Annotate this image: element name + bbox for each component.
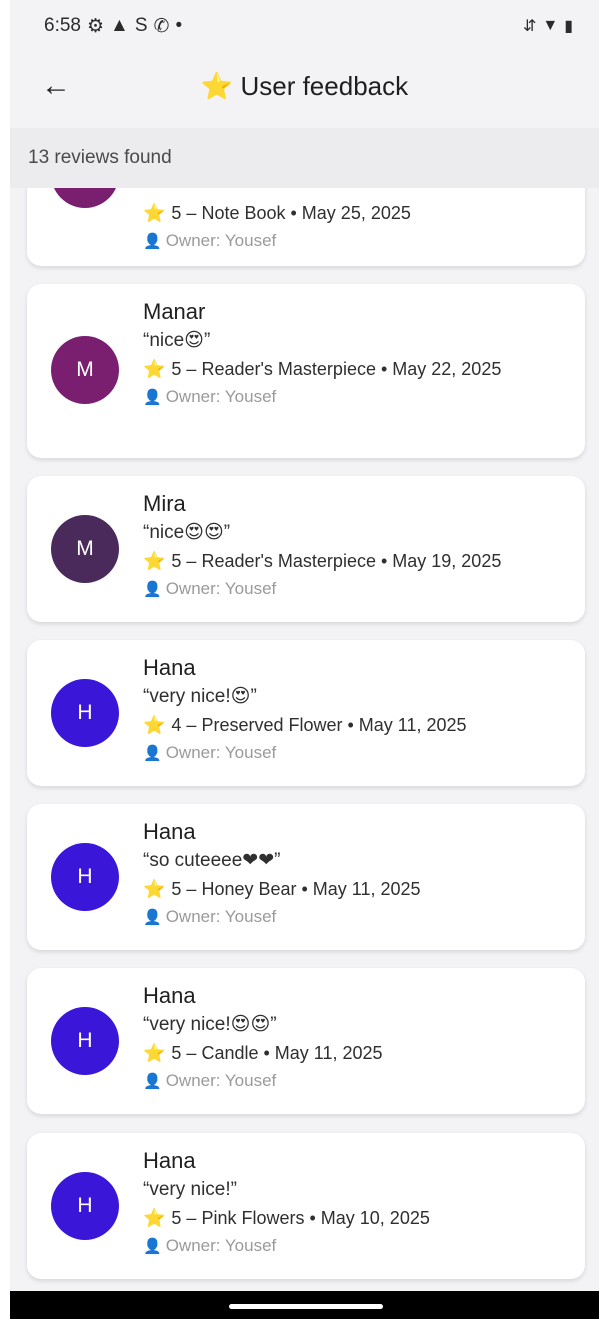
review-rating-line: ⭐ 5 – Pink Flowers • May 10, 2025: [143, 1208, 430, 1228]
settings-icon: ⚙: [86, 15, 105, 37]
clock: 6:58: [44, 15, 81, 36]
reviewer-name: Hana: [143, 819, 196, 844]
review-rating-line: ⭐ 5 – Candle • May 11, 2025: [143, 1043, 383, 1063]
reviewer-name: Hana: [143, 1148, 196, 1173]
review-comment: “nice😍😍”: [143, 522, 231, 543]
app-bar: ← ⭐ User feedback: [10, 52, 599, 120]
page-title-text: User feedback: [240, 70, 409, 101]
person-icon: 👤: [143, 581, 162, 598]
person-icon: 👤: [143, 745, 162, 762]
review-owner: 👤 Owner: Yousef: [143, 743, 277, 762]
star-icon: ⭐: [143, 359, 166, 379]
review-rating-line: ⭐ 5 – Honey Bear • May 11, 2025: [143, 879, 421, 899]
review-card[interactable]: H Hana “so cuteeee❤❤” ⭐ 5 – Honey Bear • …: [27, 804, 585, 950]
review-comment: “very nice!😍”: [143, 686, 257, 707]
reviews-list[interactable]: M ⭐5 – Note Book • May 25, 2025 👤Owner: …: [10, 188, 599, 1291]
person-icon: 👤: [143, 1238, 162, 1255]
review-rating-line: ⭐ 5 – Note Book • May 25, 2025: [143, 203, 411, 223]
person-icon: 👤: [143, 1073, 162, 1090]
reviewer-name: Hana: [143, 983, 196, 1008]
s-icon: S: [134, 15, 148, 36]
review-comment: “very nice!”: [143, 1179, 237, 1200]
avatar: M: [51, 188, 119, 208]
avatar: H: [51, 1172, 119, 1240]
review-rating-line: ⭐ 5 – Reader's Masterpiece • May 19, 2025: [143, 551, 502, 571]
review-owner: 👤 Owner: Yousef: [143, 579, 277, 598]
star-icon: ⭐: [143, 203, 166, 223]
dot-icon: •: [175, 15, 183, 36]
review-card[interactable]: H Hana “very nice!😍😍” ⭐ 5 – Candle • May …: [27, 968, 585, 1114]
review-owner: 👤 Owner: Yousef: [143, 387, 277, 406]
person-icon: 👤: [143, 389, 162, 406]
avatar: H: [51, 1007, 119, 1075]
person-icon: 👤: [143, 233, 162, 250]
reviewer-name: Mira: [143, 491, 186, 516]
review-card[interactable]: H Hana “very nice!😍” ⭐ 4 – Preserved Flow…: [27, 640, 585, 786]
star-icon: ⭐: [143, 715, 166, 735]
avatar: M: [51, 336, 119, 404]
review-card[interactable]: H Hana “very nice!” ⭐ 5 – Pink Flowers • …: [27, 1133, 585, 1279]
person-icon: 👤: [143, 909, 162, 926]
avatar: H: [51, 679, 119, 747]
status-bar: 6:58 ⚙ ▲ S ✆ • ⇵ ▼ ▮: [10, 0, 599, 52]
avatar: H: [51, 843, 119, 911]
star-icon: ⭐: [143, 1043, 166, 1063]
review-rating-line: ⭐ 4 – Preserved Flower • May 11, 2025: [143, 715, 467, 735]
reviewer-name: Manar: [143, 299, 206, 324]
wifi-icon: ▼: [542, 17, 559, 34]
page-title: ⭐ User feedback: [10, 71, 599, 102]
reviews-count-text: 13 reviews found: [28, 147, 172, 168]
system-navigation-bar: [10, 1291, 599, 1319]
review-owner: 👤 Owner: Yousef: [143, 1236, 277, 1255]
star-icon: ⭐: [143, 1208, 166, 1228]
home-gesture-pill[interactable]: [229, 1304, 383, 1309]
star-icon: ⭐: [200, 70, 234, 101]
review-card[interactable]: M Mira “nice😍😍” ⭐ 5 – Reader's Masterpiec…: [27, 476, 585, 622]
star-icon: ⭐: [143, 879, 166, 899]
review-owner: 👤 Owner: Yousef: [143, 907, 277, 926]
reviews-count: 13 reviews found: [10, 128, 599, 188]
review-comment: “so cuteeee❤❤”: [143, 850, 281, 871]
data-icon: ⇵: [522, 18, 537, 35]
review-comment: “very nice!😍😍”: [143, 1014, 277, 1035]
back-button[interactable]: ←: [32, 62, 80, 110]
star-icon: ⭐: [143, 551, 166, 571]
review-owner: 👤 Owner: Yousef: [143, 231, 277, 250]
app-screen: 6:58 ⚙ ▲ S ✆ • ⇵ ▼ ▮ ← ⭐ User feedback 1…: [10, 0, 599, 1319]
review-owner: 👤 Owner: Yousef: [143, 1071, 277, 1090]
review-card[interactable]: M ⭐5 – Note Book • May 25, 2025 👤Owner: …: [27, 188, 585, 266]
review-comment: “nice😍”: [143, 330, 211, 351]
review-card[interactable]: M Manar “nice😍” ⭐ 5 – Reader's Masterpiec…: [27, 284, 585, 458]
battery-icon: ▮: [564, 18, 573, 35]
review-rating-line: ⭐ 5 – Reader's Masterpiece • May 22, 2025: [143, 359, 502, 379]
warning-icon: ▲: [110, 15, 129, 36]
call-icon: ✆: [153, 15, 170, 37]
arrow-left-icon: ←: [41, 69, 71, 102]
reviewer-name: Hana: [143, 655, 196, 680]
avatar: M: [51, 515, 119, 583]
